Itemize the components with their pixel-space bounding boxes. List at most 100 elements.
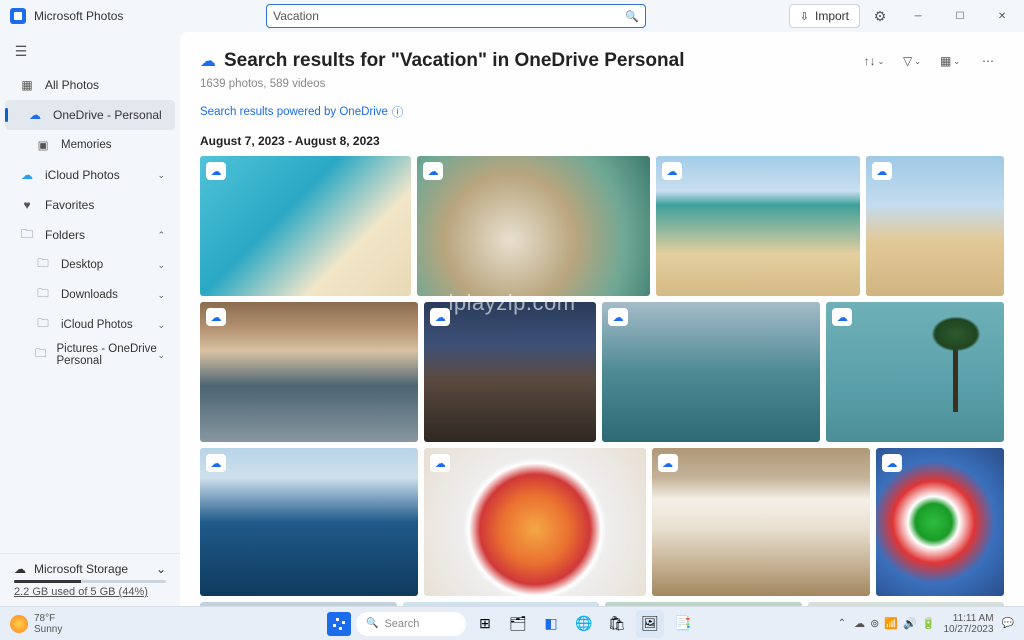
- cloud-badge-icon: [832, 308, 852, 326]
- battery-icon[interactable]: 🔋: [922, 617, 936, 630]
- photo-thumb[interactable]: [200, 156, 411, 296]
- sidebar-item-icloud[interactable]: ☁ iCloud Photos ⌄: [5, 160, 175, 190]
- sidebar-folder-pictures[interactable]: 🗀 Pictures - OneDrive Personal ⌄: [5, 340, 175, 370]
- wifi-icon[interactable]: 📶: [884, 617, 898, 630]
- sidebar-folder-icloud[interactable]: 🗀 iCloud Photos ⌄: [5, 310, 175, 340]
- taskbar: 78°FSunny Search ⊞ 🗂 ◧ 🌐 🛍 🖼 📑 ⌃ ☁ ⊚ 📶 🔊…: [0, 606, 1024, 640]
- heart-icon: ♥: [19, 198, 35, 212]
- onedrive-tray-icon[interactable]: ☁: [854, 617, 865, 630]
- sidebar-item-favorites[interactable]: ♥ Favorites: [5, 190, 175, 220]
- sun-icon: [10, 615, 28, 633]
- search-box[interactable]: 🔍: [266, 4, 646, 28]
- app-icon: [10, 8, 26, 24]
- cloud-badge-icon: [430, 454, 450, 472]
- photo-thumb[interactable]: [200, 448, 418, 596]
- cloud-badge-icon: [658, 454, 678, 472]
- titlebar: Microsoft Photos 🔍 Import ⚙ ─ ☐ ✕: [0, 0, 1024, 32]
- cloud-icon: ☁: [27, 108, 43, 122]
- cloud-badge-icon: [662, 162, 682, 180]
- volume-icon[interactable]: 🔊: [903, 617, 917, 630]
- grid-icon: ▦: [19, 78, 35, 92]
- sidebar: ☰ ▦ All Photos ☁ OneDrive - Personal ▣ M…: [0, 32, 180, 606]
- hamburger-icon[interactable]: ☰: [4, 36, 38, 66]
- task-view-icon[interactable]: ⊞: [471, 610, 499, 638]
- photo-thumb[interactable]: [656, 156, 860, 296]
- date-heading: August 7, 2023 - August 8, 2023: [200, 134, 1004, 148]
- sidebar-item-onedrive[interactable]: ☁ OneDrive - Personal: [5, 100, 175, 130]
- chevron-down-icon: ⌄: [157, 260, 165, 271]
- start-button[interactable]: [327, 612, 351, 636]
- search-icon[interactable]: 🔍: [625, 10, 639, 23]
- storage-used[interactable]: 2.2 GB used of 5 GB (44%): [14, 586, 166, 598]
- photo-thumb[interactable]: [876, 448, 1004, 596]
- chevron-down-icon: ⌄: [157, 170, 165, 181]
- photo-thumb[interactable]: [652, 448, 870, 596]
- filter-button[interactable]: ▽ ⌄: [896, 48, 928, 74]
- folder-icon: 🗀: [35, 286, 51, 305]
- view-button[interactable]: ▦ ⌄: [934, 48, 966, 74]
- explorer-icon[interactable]: 🗂: [504, 610, 532, 638]
- memories-icon: ▣: [35, 138, 51, 152]
- main-content: ☁ Search results for "Vacation" in OneDr…: [180, 32, 1024, 606]
- info-icon: ⓘ: [392, 104, 404, 120]
- sidebar-item-label: Memories: [61, 139, 111, 151]
- cloud-badge-icon: [430, 308, 450, 326]
- photos-icon[interactable]: 🖼: [636, 610, 664, 638]
- settings-icon[interactable]: ⚙: [866, 2, 894, 30]
- photo-thumb[interactable]: [424, 448, 645, 596]
- system-tray[interactable]: ☁ ⊚ 📶 🔊 🔋: [854, 617, 935, 630]
- app-icon[interactable]: 📑: [669, 610, 697, 638]
- cloud-badge-icon: [872, 162, 892, 180]
- chevron-down-icon: ⌄: [157, 350, 165, 361]
- notifications-icon[interactable]: 💬: [1002, 618, 1014, 629]
- taskbar-search[interactable]: Search: [356, 612, 466, 636]
- photo-thumb[interactable]: [866, 156, 1004, 296]
- sidebar-item-label: Downloads: [61, 289, 118, 301]
- taskbar-weather[interactable]: 78°FSunny: [10, 613, 62, 635]
- search-input[interactable]: [273, 9, 625, 23]
- icloud-icon: ☁: [19, 168, 35, 182]
- chevron-down-icon[interactable]: ⌄: [156, 562, 166, 576]
- storage-label: Microsoft Storage: [34, 562, 128, 576]
- storage-panel: ☁ Microsoft Storage ⌄ 2.2 GB used of 5 G…: [0, 553, 180, 606]
- sidebar-folder-desktop[interactable]: 🗀 Desktop ⌄: [5, 250, 175, 280]
- storage-bar: [14, 580, 166, 583]
- close-button[interactable]: ✕: [984, 2, 1020, 30]
- photo-thumb[interactable]: [417, 156, 650, 296]
- cloud-badge-icon: [608, 308, 628, 326]
- cloud-icon: ☁: [200, 51, 216, 71]
- more-button[interactable]: ⋯: [972, 48, 1004, 74]
- photo-thumb[interactable]: [200, 302, 418, 442]
- folder-icon: 🗀: [19, 225, 35, 246]
- sidebar-item-all-photos[interactable]: ▦ All Photos: [5, 70, 175, 100]
- photo-thumb[interactable]: [424, 302, 596, 442]
- widgets-icon[interactable]: ◧: [537, 610, 565, 638]
- cloud-badge-icon: [206, 162, 226, 180]
- sidebar-item-label: OneDrive - Personal: [53, 108, 162, 122]
- sidebar-item-label: iCloud Photos: [45, 168, 120, 182]
- sidebar-folder-downloads[interactable]: 🗀 Downloads ⌄: [5, 280, 175, 310]
- sidebar-group-folders[interactable]: 🗀 Folders ⌃: [5, 220, 175, 250]
- chevron-up-icon: ⌃: [157, 230, 165, 241]
- store-icon[interactable]: 🛍: [603, 610, 631, 638]
- sidebar-item-label: All Photos: [45, 78, 99, 92]
- taskbar-clock[interactable]: 11:11 AM10/27/2023: [943, 613, 993, 635]
- edge-icon[interactable]: 🌐: [570, 610, 598, 638]
- photo-thumb[interactable]: [826, 302, 1004, 442]
- folder-icon: 🗀: [35, 316, 51, 335]
- app-name: Microsoft Photos: [34, 9, 123, 23]
- powered-by-link[interactable]: Search results powered by OneDriveⓘ: [200, 104, 1004, 120]
- folder-icon: 🗀: [35, 256, 51, 275]
- minimize-button[interactable]: ─: [900, 2, 936, 30]
- photo-thumb[interactable]: [602, 302, 820, 442]
- chevron-down-icon: ⌄: [157, 290, 165, 301]
- sidebar-item-memories[interactable]: ▣ Memories: [5, 130, 175, 160]
- import-button[interactable]: Import: [789, 4, 860, 28]
- network-icon[interactable]: ⊚: [870, 617, 879, 630]
- sort-button[interactable]: ↑↓ ⌄: [858, 48, 890, 74]
- sidebar-item-label: Desktop: [61, 259, 103, 271]
- maximize-button[interactable]: ☐: [942, 2, 978, 30]
- sidebar-item-label: Favorites: [45, 198, 94, 212]
- photo-grid: [200, 156, 1004, 606]
- chevron-up-icon[interactable]: ⌃: [838, 618, 846, 629]
